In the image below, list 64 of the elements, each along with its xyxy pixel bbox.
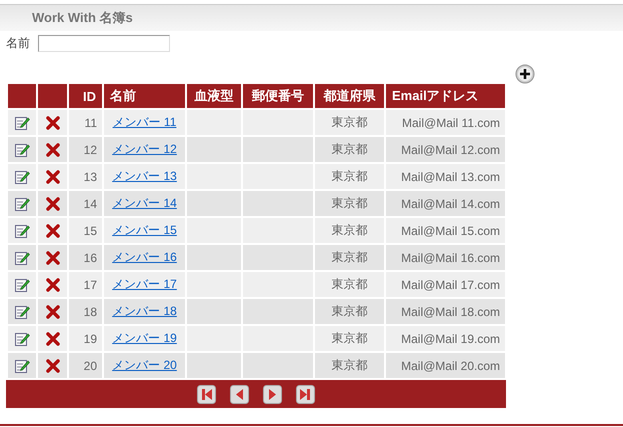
delete-icon[interactable] — [44, 142, 60, 158]
id-cell: 16 — [68, 244, 103, 271]
email-cell: Mail@Mail 19.com — [385, 325, 506, 352]
edit-icon[interactable] — [14, 250, 30, 266]
edit-icon[interactable] — [14, 304, 30, 320]
delete-icon[interactable] — [44, 222, 60, 238]
id-cell: 12 — [68, 136, 103, 163]
edit-icon[interactable] — [14, 222, 30, 238]
edit-icon[interactable] — [14, 142, 30, 158]
delete-icon[interactable] — [44, 358, 60, 374]
delete-icon[interactable] — [44, 330, 60, 346]
prefecture-cell: 東京都 — [314, 136, 385, 163]
edit-icon[interactable] — [14, 330, 30, 346]
email-cell: Mail@Mail 14.com — [385, 190, 506, 217]
id-cell: 19 — [68, 325, 103, 352]
filter-label: 名前 — [6, 35, 30, 52]
id-cell: 15 — [68, 217, 103, 244]
prefecture-cell: 東京都 — [314, 163, 385, 190]
id-cell: 13 — [68, 163, 103, 190]
column-header: 血液型 — [186, 84, 242, 109]
delete-icon[interactable] — [44, 304, 60, 320]
id-cell: 11 — [68, 109, 103, 136]
edit-icon[interactable] — [14, 358, 30, 374]
id-cell: 18 — [68, 298, 103, 325]
delete-icon[interactable] — [44, 168, 60, 184]
prefecture-cell: 東京都 — [314, 190, 385, 217]
prefecture-cell: 東京都 — [314, 325, 385, 352]
delete-icon[interactable] — [44, 276, 60, 292]
email-cell: Mail@Mail 13.com — [385, 163, 506, 190]
prefecture-cell: 東京都 — [314, 244, 385, 271]
add-icon[interactable] — [515, 64, 535, 84]
email-cell: Mail@Mail 20.com — [385, 352, 506, 379]
id-cell: 17 — [68, 271, 103, 298]
edit-icon[interactable] — [14, 196, 30, 212]
column-header: 名前 — [103, 84, 186, 109]
edit-icon[interactable] — [14, 114, 30, 130]
id-cell: 20 — [68, 352, 103, 379]
prefecture-cell: 東京都 — [314, 298, 385, 325]
delete-icon[interactable] — [44, 114, 60, 130]
prefecture-cell: 東京都 — [314, 352, 385, 379]
column-header: 都道府県 — [314, 84, 385, 109]
column-header: 郵便番号 — [242, 84, 314, 109]
last-page-button[interactable] — [296, 384, 315, 404]
column-header: ID — [68, 84, 103, 109]
next-page-button[interactable] — [263, 384, 282, 404]
prefecture-cell: 東京都 — [314, 109, 385, 136]
email-cell: Mail@Mail 18.com — [385, 298, 506, 325]
email-cell: Mail@Mail 12.com — [385, 136, 506, 163]
prefecture-cell: 東京都 — [314, 217, 385, 244]
page-title: Work With 名簿s — [32, 9, 133, 27]
delete-icon[interactable] — [44, 196, 60, 212]
prefecture-cell: 東京都 — [314, 271, 385, 298]
name-filter-field[interactable] — [38, 35, 170, 52]
first-page-button[interactable] — [197, 384, 216, 404]
delete-icon[interactable] — [44, 250, 60, 266]
email-cell: Mail@Mail 11.com — [385, 109, 506, 136]
email-cell: Mail@Mail 15.com — [385, 217, 506, 244]
edit-icon[interactable] — [14, 276, 30, 292]
email-cell: Mail@Mail 17.com — [385, 271, 506, 298]
id-cell: 14 — [68, 190, 103, 217]
edit-icon[interactable] — [14, 168, 30, 184]
column-header: Emailアドレス — [385, 84, 506, 109]
email-cell: Mail@Mail 16.com — [385, 244, 506, 271]
prev-page-button[interactable] — [230, 384, 249, 404]
